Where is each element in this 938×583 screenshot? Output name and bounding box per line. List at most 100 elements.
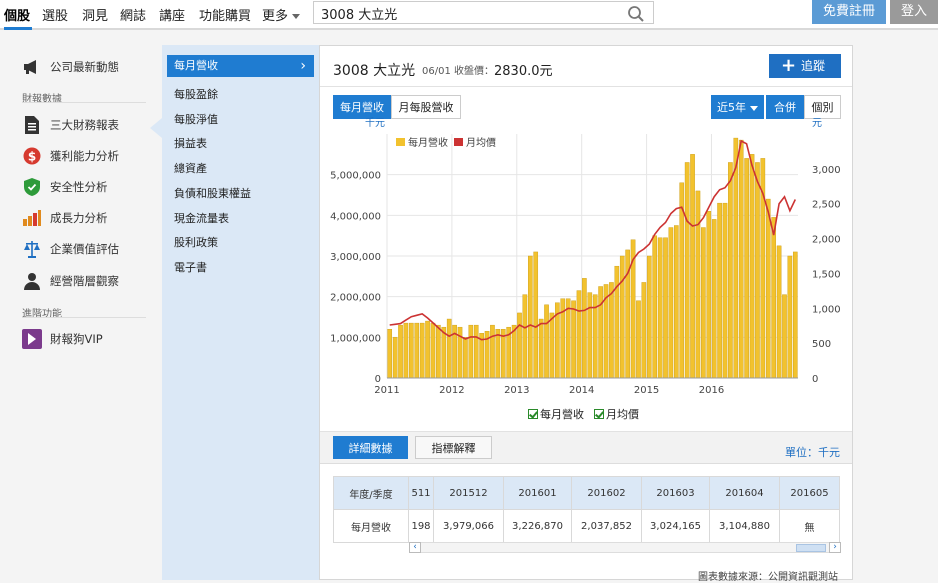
revenue-bar (695, 190, 701, 379)
revenue-bar (414, 322, 420, 379)
nav-stock-screener[interactable]: 選股 (42, 5, 68, 24)
table-col-header: 201603 (641, 476, 710, 510)
scale-icon (22, 239, 42, 259)
sidebar-item-management[interactable]: 經營階層觀察 (22, 270, 119, 292)
x-tick-label: 2014 (569, 385, 594, 396)
y-left-tick-label: 4,000,000 (330, 211, 381, 222)
revenue-bar (701, 227, 706, 379)
tab-monthly-eps-revenue[interactable]: 月每股營收 (391, 95, 461, 119)
dollar-icon: $ (22, 146, 42, 166)
track-button[interactable]: + 追蹤 (769, 54, 841, 78)
price-date-label: 06/01 收盤價： (422, 66, 494, 77)
sidebar-divider (22, 317, 146, 318)
revenue-bar (425, 320, 430, 379)
sidebar-item-label: 財報狗VIP (50, 332, 103, 346)
legend-toggle-revenue[interactable]: 每月營收 (528, 406, 584, 422)
x-tick-label: 2013 (504, 385, 529, 396)
submenu-item-cash-flow[interactable]: 現金流量表 (174, 210, 229, 226)
chevron-down-icon (750, 105, 758, 111)
table-row-label: 每月營收 (333, 509, 409, 543)
individual-button[interactable]: 個別 (804, 95, 841, 119)
tab-detail-data[interactable]: 詳細數據 (333, 436, 408, 459)
submenu-item-ebook[interactable]: 電子書 (174, 259, 207, 275)
range-select-button[interactable]: 近5年 (711, 95, 764, 119)
revenue-bar (765, 198, 771, 379)
nav-purchase[interactable]: 功能購買 (199, 5, 251, 24)
nav-lectures[interactable]: 講座 (159, 5, 185, 24)
submenu-item-monthly-revenue[interactable]: 每月營收 › (167, 55, 314, 77)
y-right-tick-label: 500 (812, 339, 831, 350)
y-left-tick-label: 5,000,000 (330, 171, 381, 182)
table-cell: 3,024,165 (641, 509, 710, 543)
y-left-tick-label: 2,000,000 (330, 293, 381, 304)
unit-label: 單位：千元 (785, 446, 840, 459)
submenu-item-liabilities-equity[interactable]: 負債和股東權益 (174, 185, 251, 201)
search-icon[interactable] (627, 5, 645, 23)
revenue-bar (711, 219, 717, 379)
legend-label-revenue: 每月營收 (408, 136, 448, 149)
revenue-chart: 0 1,000,000 2,000,000 3,000,000 4,000,000 5,0… (330, 117, 841, 396)
horizontal-scrollbar[interactable] (421, 542, 829, 553)
track-button-label: 追蹤 (801, 59, 826, 73)
revenue-bar (468, 324, 474, 379)
y-right-tick-label: 3,000 (812, 165, 841, 176)
y-right-tick-label: 2,500 (812, 200, 841, 211)
sidebar-item-label: 安全性分析 (50, 180, 108, 194)
tab-indicator-explanation[interactable]: 指標解釋 (415, 436, 492, 459)
sidebar-item-valuation[interactable]: 企業價值評估 (22, 238, 119, 260)
revenue-bar (436, 324, 441, 379)
tab-monthly-revenue[interactable]: 每月營收 (333, 95, 391, 119)
y-right-tick-label: 2,000 (812, 235, 841, 246)
sidebar-item-vip[interactable]: 財報狗VIP (22, 328, 103, 350)
register-button[interactable]: 免費註冊 (812, 0, 886, 24)
sidebar: 公司最新動態 財報數據 三大財務報表 $ 獲利能力分析 安全性分析 成長力分析 … (0, 32, 162, 580)
table-cell: 3,104,880 (709, 509, 780, 543)
scroll-right-button[interactable]: › (829, 542, 841, 553)
top-navbar: 個股 選股 洞見 網誌 講座 功能購買 更多 免費註冊 登入 (0, 0, 938, 30)
scroll-left-button[interactable]: ‹ (409, 542, 421, 553)
submenu-item-bvps[interactable]: 每股淨值 (174, 111, 218, 127)
revenue-bar (657, 237, 663, 379)
y-left-tick-label: 3,000,000 (330, 252, 381, 263)
revenue-bar (419, 322, 425, 379)
sidebar-item-safety[interactable]: 安全性分析 (22, 176, 108, 198)
revenue-bar (684, 162, 690, 379)
sidebar-item-company-news[interactable]: 公司最新動態 (22, 56, 119, 78)
nav-stocks[interactable]: 個股 (4, 5, 30, 24)
nav-blog[interactable]: 網誌 (120, 5, 146, 24)
search-input[interactable] (321, 4, 621, 22)
revenue-bar (636, 300, 641, 379)
revenue-bar (706, 211, 712, 379)
revenue-bar (598, 286, 603, 379)
scrollbar-thumb[interactable] (796, 544, 826, 552)
sidebar-item-growth[interactable]: 成長力分析 (22, 207, 108, 229)
submenu-item-total-assets[interactable]: 總資產 (174, 160, 207, 176)
chevron-down-icon (292, 14, 301, 19)
revenue-bar (674, 225, 679, 379)
table-header-label: 年度/季度 (333, 476, 409, 510)
consolidated-button[interactable]: 合併 (766, 95, 804, 119)
revenue-bar (522, 294, 528, 379)
table-col-header: 511 (408, 476, 434, 510)
nav-more[interactable]: 更多 (262, 5, 301, 24)
revenue-bar (528, 255, 533, 379)
checkbox-icon (594, 409, 604, 419)
submenu-item-label: 每月營收 (174, 59, 218, 72)
legend-toggle-avg-price[interactable]: 月均價 (594, 406, 639, 422)
revenue-bar (565, 298, 571, 379)
login-button[interactable]: 登入 (890, 0, 938, 24)
x-tick-label: 2015 (634, 385, 659, 396)
legend-swatch-avg-price (454, 138, 463, 146)
megaphone-icon (22, 57, 42, 77)
revenue-bar (771, 217, 776, 379)
nav-insights[interactable]: 洞見 (82, 5, 108, 24)
revenue-bar (582, 278, 587, 379)
sidebar-item-financial-statements[interactable]: 三大財務報表 (22, 114, 119, 136)
x-tick-label: 2016 (699, 385, 724, 396)
submenu-item-dividend-policy[interactable]: 股利政策 (174, 234, 218, 250)
sidebar-item-profitability[interactable]: $ 獲利能力分析 (22, 145, 119, 167)
y-left-unit-label: 千元 (365, 117, 385, 129)
sidebar-active-pointer (150, 118, 162, 138)
submenu-item-income-statement[interactable]: 損益表 (174, 135, 207, 151)
submenu-item-eps[interactable]: 每股盈餘 (174, 86, 218, 102)
